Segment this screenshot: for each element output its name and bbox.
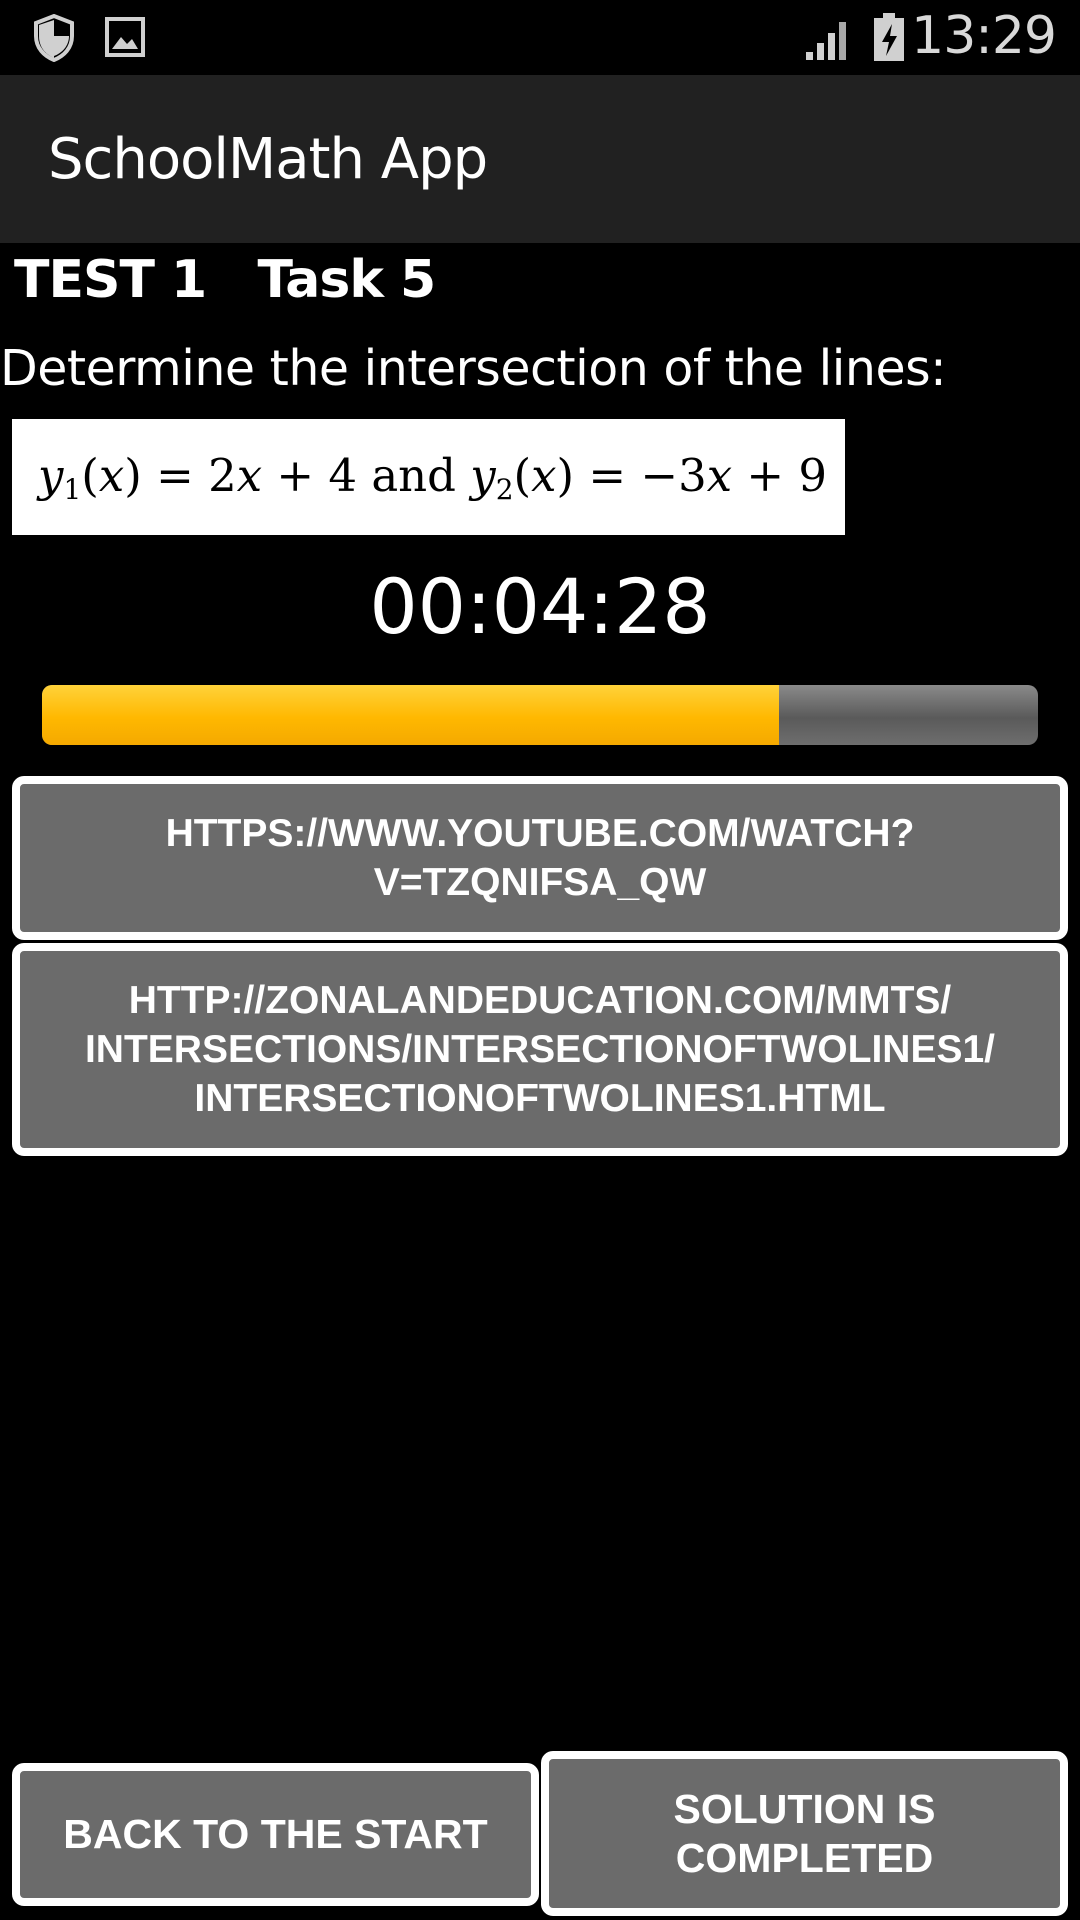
solution-label-line: SOLUTION IS bbox=[673, 1785, 936, 1832]
app-title: SchoolMath App bbox=[48, 127, 488, 192]
action-bar: SchoolMath App bbox=[0, 75, 1080, 243]
solution-completed-button[interactable]: SOLUTION IS COMPLETED bbox=[541, 1751, 1068, 1916]
back-to-start-label: BACK TO THE START bbox=[63, 1811, 488, 1857]
link-line: HTTPS://WWW.YOUTUBE.COM/WATCH? bbox=[165, 812, 915, 855]
back-to-start-button[interactable]: BACK TO THE START bbox=[12, 1763, 539, 1906]
status-bar: 13:29 bbox=[0, 0, 1080, 75]
shield-icon bbox=[32, 13, 76, 67]
task-question: Determine the intersection of the lines: bbox=[0, 340, 947, 397]
status-time: 13:29 bbox=[911, 6, 1057, 66]
timer: 00:04:28 bbox=[369, 562, 711, 651]
link-line: V=TZQNIFSA_QW bbox=[373, 861, 707, 904]
zonaland-link-button[interactable]: HTTP://ZONALANDEDUCATION.COM/MMTS/ INTER… bbox=[12, 943, 1068, 1156]
solution-label-line: COMPLETED bbox=[675, 1834, 934, 1881]
battery-charging-icon bbox=[872, 12, 906, 67]
link-line: INTERSECTIONS/INTERSECTIONOFTWOLINES1/ bbox=[84, 1028, 996, 1071]
test-header: TEST 1 Task 5 bbox=[14, 250, 436, 310]
youtube-link-button[interactable]: HTTPS://WWW.YOUTUBE.COM/WATCH? V=TZQNIFS… bbox=[12, 776, 1068, 940]
progress-fill bbox=[42, 685, 780, 745]
signal-icon bbox=[804, 14, 854, 67]
screen: 13:29 SchoolMath App TEST 1 Task 5 Deter… bbox=[0, 0, 1080, 1920]
image-icon bbox=[104, 16, 146, 63]
link-line: HTTP://ZONALANDEDUCATION.COM/MMTS/ bbox=[128, 979, 952, 1022]
time-progress-bar bbox=[42, 685, 1038, 745]
link-line: INTERSECTIONOFTWOLINES1.HTML bbox=[194, 1077, 886, 1120]
formula-image: y1(x) = 2x + 4 and y2(x) = −3x + 9 bbox=[12, 419, 845, 535]
formula-text: y1(x) = 2x + 4 and y2(x) = −3x + 9 bbox=[38, 448, 828, 506]
